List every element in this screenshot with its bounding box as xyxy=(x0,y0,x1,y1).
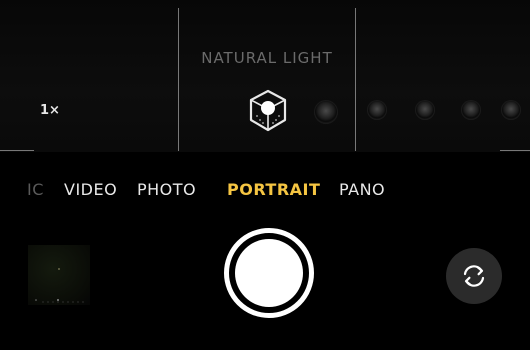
zoom-button[interactable]: 1× xyxy=(40,103,60,118)
mode-selector: IC VIDEO PHOTO PORTRAIT PANO xyxy=(0,180,530,204)
mode-portrait[interactable]: PORTRAIT xyxy=(227,180,320,199)
grid-line-left xyxy=(178,8,179,151)
studio-light-icon[interactable] xyxy=(314,100,338,124)
grid-line-right xyxy=(355,8,356,151)
camera-flip-button[interactable] xyxy=(446,248,502,304)
mode-video[interactable]: VIDEO xyxy=(64,180,117,199)
stage-light-icon[interactable] xyxy=(415,100,435,120)
high-key-light-mono-icon[interactable] xyxy=(501,100,521,120)
shutter-inner xyxy=(235,239,303,307)
grid-line-bottom-right xyxy=(500,150,530,151)
photo-thumbnail[interactable] xyxy=(28,245,90,305)
natural-light-icon[interactable] xyxy=(248,89,288,133)
mode-pano[interactable]: PANO xyxy=(339,180,385,199)
mode-photo[interactable]: PHOTO xyxy=(137,180,196,199)
camera-flip-icon xyxy=(463,265,485,287)
lighting-effect-label: NATURAL LIGHT xyxy=(201,49,333,67)
contour-light-icon[interactable] xyxy=(367,100,387,120)
shutter-button[interactable] xyxy=(224,228,314,318)
viewfinder[interactable]: NATURAL LIGHT 1× xyxy=(0,0,530,152)
stage-light-mono-icon[interactable] xyxy=(461,100,481,120)
camera-app: NATURAL LIGHT 1× IC VIDEO PHOTO PORTRAIT… xyxy=(0,0,530,350)
grid-line-bottom-left xyxy=(0,150,34,151)
mode-cut-off[interactable]: IC xyxy=(27,180,44,199)
